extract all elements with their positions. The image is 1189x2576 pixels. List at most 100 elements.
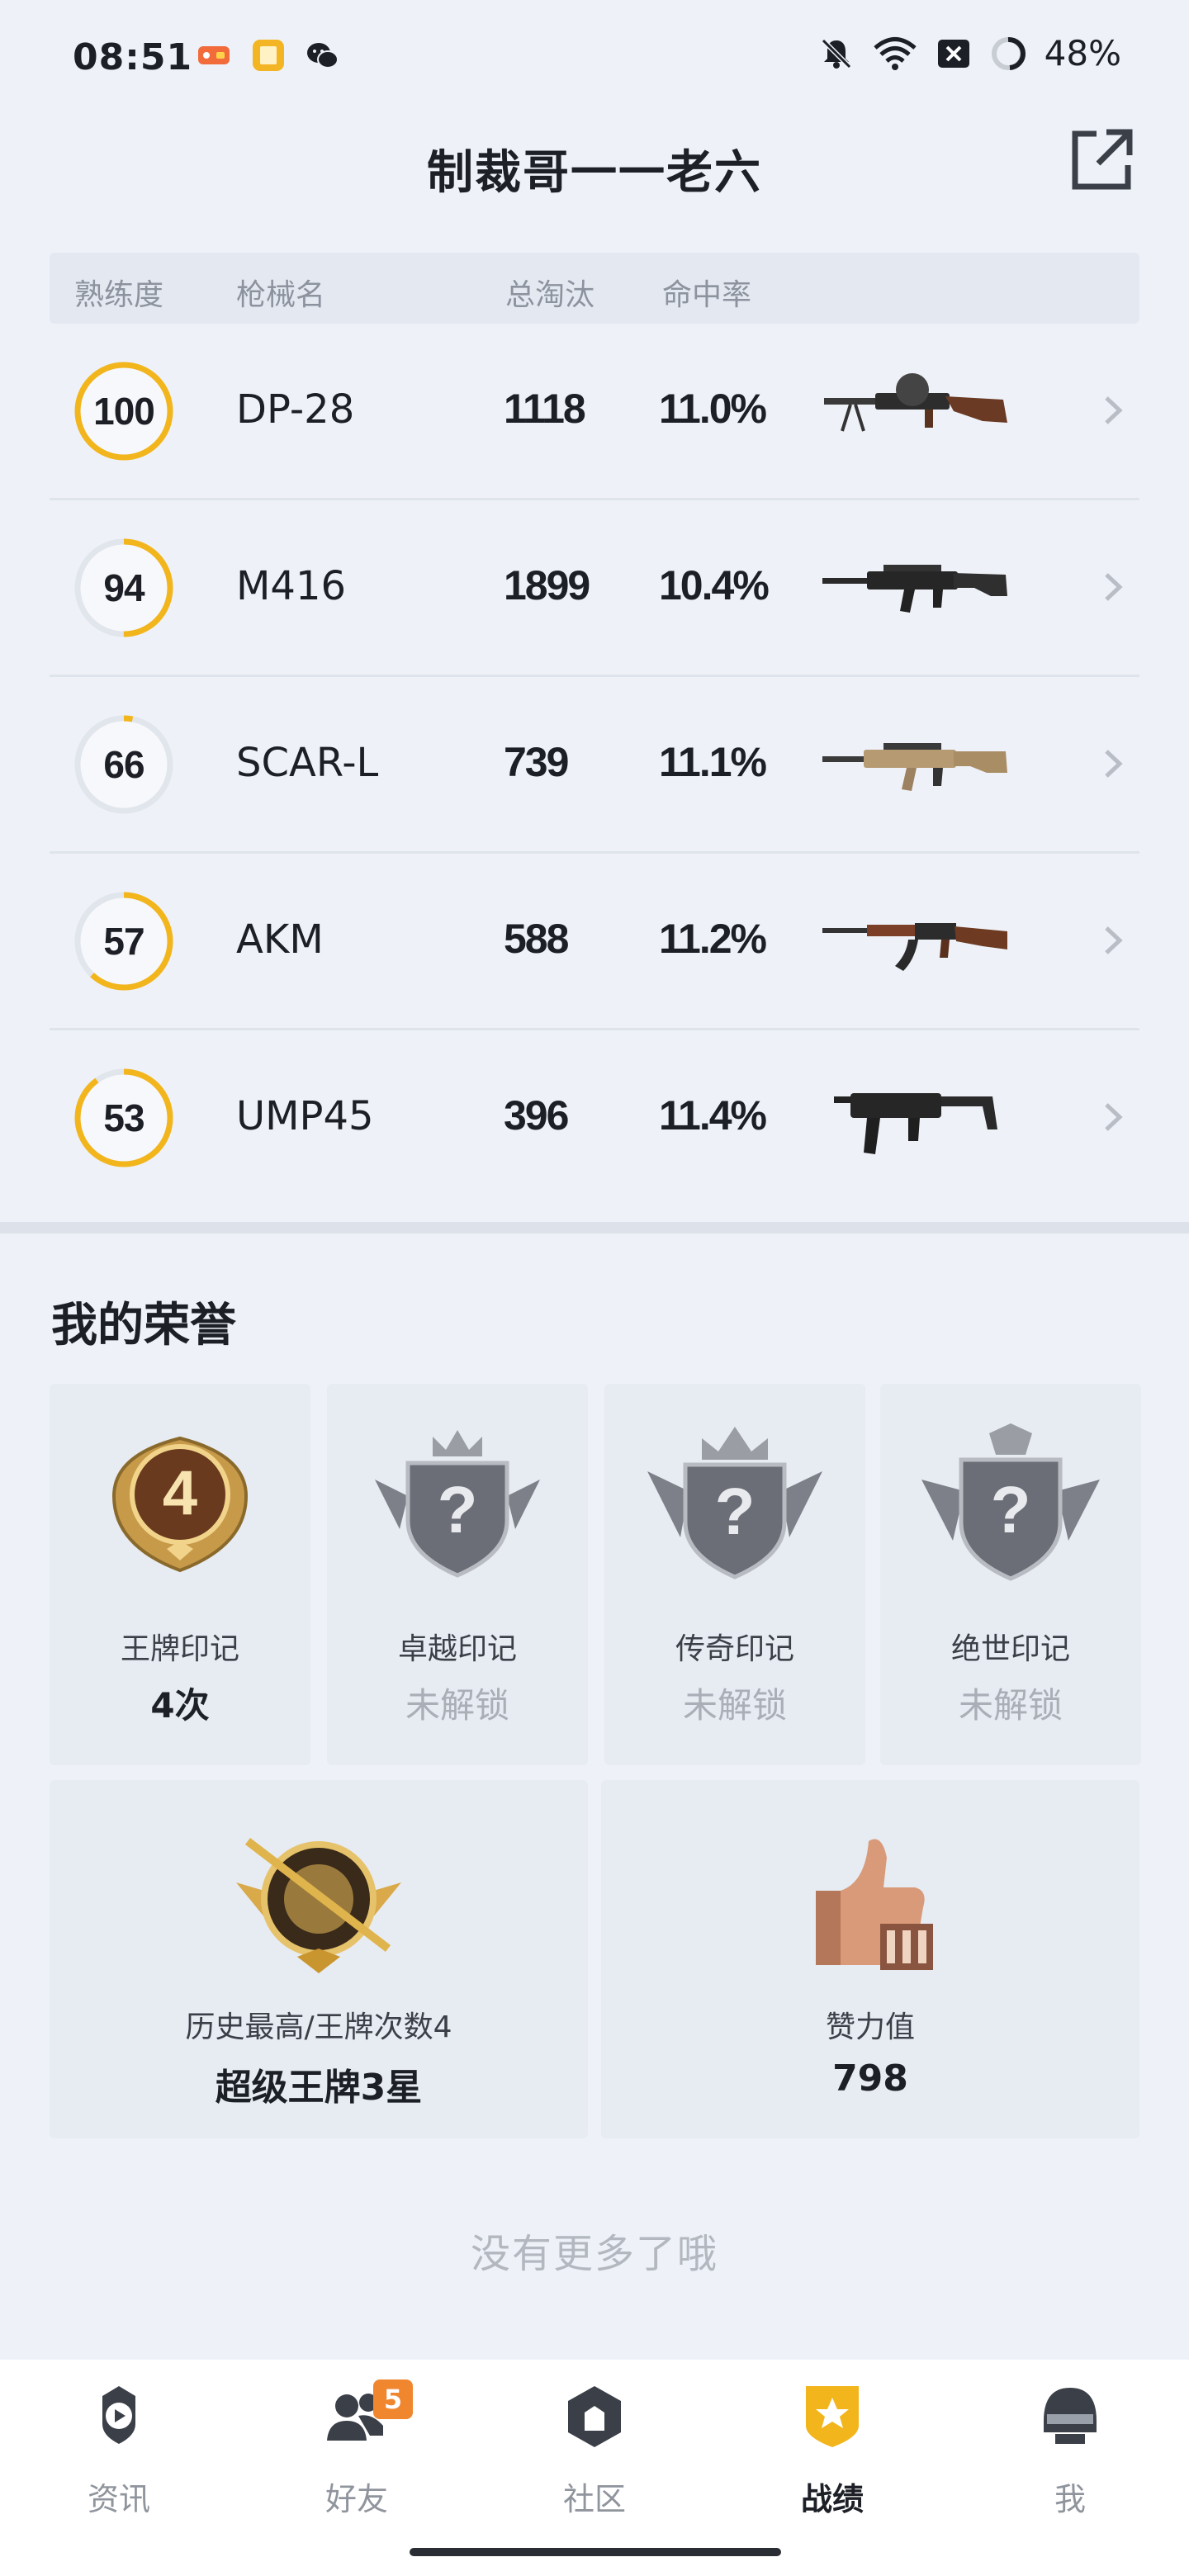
hit-rate-value: 11.4% [659,1092,767,1139]
section-divider [0,1222,1189,1234]
nav-item-friends[interactable]: 5 好友 [238,2360,476,2550]
table-row[interactable]: 66 SCAR-L 739 11.1% [50,677,1139,854]
mute-bell-icon [821,38,851,69]
friends-badge: 5 [373,2379,413,2419]
gun-name: SCAR-L [236,740,379,786]
badge-card-excellent[interactable]: ? 卓越印记 未解锁 [327,1384,588,1765]
kills-value: 588 [504,916,569,962]
proficiency-value: 57 [103,920,144,963]
battery-percent: 48% [1044,33,1121,73]
nav-item-records[interactable]: 战绩 [713,2360,951,2550]
kills-value: 396 [504,1092,569,1139]
badge-card-legend[interactable]: ? 传奇印记 未解锁 [604,1384,865,1765]
record-badge-icon [806,2386,859,2447]
locked-emblem-icon: ? [375,1430,540,1578]
svg-text:?: ? [991,1473,1031,1546]
proficiency-value: 53 [103,1096,144,1139]
nav-item-me[interactable]: 我 [951,2360,1189,2550]
status-right: 48% [818,33,1121,73]
table-row[interactable]: 53 UMP45 396 11.4% [50,1030,1139,1207]
community-icon [568,2386,621,2447]
table-header: 熟练度 枪械名 总淘汰 命中率 [50,253,1139,324]
table-row[interactable]: 57 AKM 588 11.2% [50,854,1139,1030]
likes-card[interactable]: 赞力值 798 [601,1780,1139,2138]
history-highest-card[interactable]: 历史最高/王牌次数4 超级王牌3星 [50,1780,588,2138]
hit-rate-value: 11.2% [659,916,767,962]
gun-name: DP-28 [236,386,355,433]
chevron-right-icon[interactable] [1098,743,1128,784]
header: 制裁哥一一老六 [0,116,1189,248]
hit-rate-value: 11.0% [659,386,767,432]
wechat-notification-icon [307,43,339,69]
honors-title: 我的荣誉 [51,1299,236,1352]
hit-rate-value: 10.4% [659,562,770,608]
battery-ring-icon [991,36,1026,70]
kills-value: 739 [504,739,569,785]
nav-label: 我 [1054,2481,1086,2517]
gun-name: UMP45 [236,1093,374,1139]
nav-label: 好友 [324,2481,388,2517]
ace-emblem-icon: 4 [111,1436,249,1573]
history-value: 超级王牌3星 [215,2067,423,2109]
kills-value: 1118 [504,386,586,432]
column-proficiency: 熟练度 [74,278,164,312]
helmet-icon [1044,2388,1097,2444]
share-external-icon[interactable] [1067,125,1136,195]
wifi-icon [873,36,917,70]
badge-value: 未解锁 [405,1685,509,1726]
close-box-icon [937,39,969,68]
scarl-gun-image [822,743,1007,791]
proficiency-value: 100 [93,390,155,433]
notification-icons [197,38,340,73]
gun-name: AKM [236,916,324,963]
badge-name: 传奇印记 [675,1632,794,1666]
chevron-right-icon[interactable] [1098,390,1128,431]
chevron-right-icon[interactable] [1098,566,1128,608]
badge-card-peerless[interactable]: ? 绝世印记 未解锁 [880,1384,1141,1765]
svg-text:?: ? [438,1473,478,1546]
news-play-icon [102,2386,135,2444]
nav-item-community[interactable]: 社区 [476,2360,713,2550]
reader-notification-icon [253,40,284,71]
likes-value: 798 [832,2057,908,2100]
weapons-table: 熟练度 枪械名 总淘汰 命中率 100 DP-28 1118 11.0% 94 … [50,253,1139,1207]
badge-name: 绝世印记 [950,1632,1070,1666]
ump45-gun-image [834,1093,997,1154]
badge-card-ace[interactable]: 4 王牌印记 4次 [50,1384,310,1765]
table-row[interactable]: 100 DP-28 1118 11.0% [50,324,1139,500]
akm-gun-image [822,923,1007,971]
dp28-gun-image [824,373,1007,432]
kills-value: 1899 [504,562,590,608]
badge-value: 未解锁 [682,1685,787,1726]
bottom-nav: 资讯 5 好友 社区 战绩 我 [0,2360,1189,2576]
nav-label: 社区 [562,2481,626,2517]
history-label: 历史最高/王牌次数4 [185,2010,452,2044]
locked-emblem-icon: ? [921,1423,1100,1581]
status-bar: 08:51 48% [0,0,1189,116]
ace-emblem-number: 4 [163,1458,197,1528]
svg-text:?: ? [715,1475,756,1548]
locked-emblem-icon: ? [647,1427,822,1579]
proficiency-value: 66 [103,743,144,786]
no-more-text: 没有更多了哦 [470,2231,718,2277]
status-time: 08:51 [73,36,193,78]
page-title: 制裁哥一一老六 [427,146,762,200]
m416-gun-image [822,565,1007,613]
home-indicator[interactable] [410,2548,781,2556]
nav-label: 战绩 [800,2481,864,2517]
badge-value: 未解锁 [958,1685,1063,1726]
chevron-right-icon[interactable] [1098,920,1128,961]
badge-name: 王牌印记 [120,1632,239,1666]
chevron-right-icon[interactable] [1098,1096,1128,1138]
game-notification-icon [198,46,230,64]
column-kills: 总淘汰 [505,278,595,312]
hit-rate-value: 11.1% [659,739,767,785]
table-row[interactable]: 94 M416 1899 10.4% [50,500,1139,677]
nav-item-news[interactable]: 资讯 [0,2360,238,2550]
gun-name: M416 [236,563,347,609]
thumbs-up-icon [816,1839,933,1970]
super-ace-emblem-icon [236,1838,401,1973]
nav-label: 资讯 [87,2481,150,2517]
badge-name: 卓越印记 [397,1632,517,1666]
column-hit-rate: 命中率 [662,278,752,312]
